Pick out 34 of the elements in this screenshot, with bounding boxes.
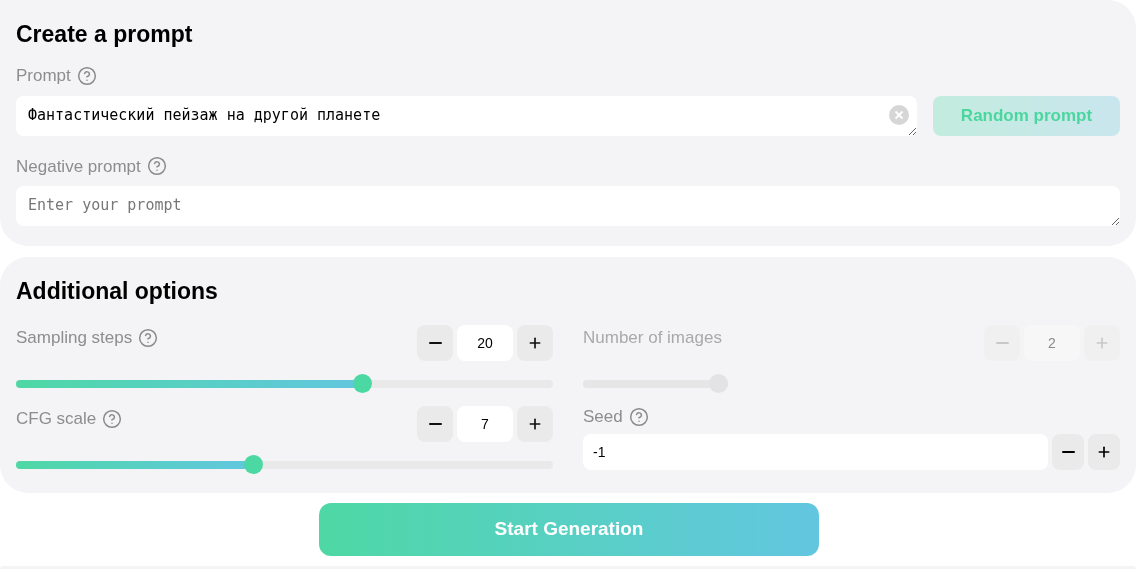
- plus-icon: [1096, 444, 1112, 460]
- section-title: Additional options: [16, 277, 219, 305]
- help-icon[interactable]: [102, 408, 123, 429]
- plus-icon: [527, 335, 543, 351]
- field-label: Negative prompt: [16, 155, 141, 178]
- increment-button[interactable]: [1088, 434, 1120, 470]
- increment-button[interactable]: [517, 325, 553, 361]
- increment-button[interactable]: [517, 406, 553, 442]
- value-field[interactable]: 7: [457, 406, 513, 442]
- setting-label: CFG scale: [16, 408, 97, 430]
- section-title: Create a prompt: [16, 20, 194, 48]
- help-icon[interactable]: [138, 327, 159, 348]
- value-field[interactable]: 20: [457, 325, 513, 361]
- decrement-button[interactable]: [1052, 434, 1084, 470]
- help-icon[interactable]: [76, 65, 97, 86]
- minus-icon: [428, 422, 442, 426]
- setting-label: Number of images: [583, 327, 722, 349]
- field-label: Prompt: [16, 65, 71, 87]
- slider[interactable]: [16, 455, 553, 474]
- plus-icon: [1094, 335, 1110, 351]
- slider-thumb[interactable]: [243, 455, 263, 474]
- plus-icon: [527, 416, 543, 432]
- slider[interactable]: [16, 374, 553, 393]
- clear-icon[interactable]: [889, 104, 909, 125]
- negative-prompt-field[interactable]: Enter your prompt: [16, 186, 1120, 226]
- help-icon[interactable]: [146, 156, 167, 177]
- slider-thumb[interactable]: [352, 374, 372, 393]
- help-icon[interactable]: [628, 407, 649, 427]
- minus-icon: [428, 341, 442, 345]
- minus-icon: [1061, 450, 1075, 454]
- minus-icon: [995, 341, 1009, 345]
- seed-field[interactable]: -1: [583, 434, 1048, 470]
- setting-label: Seed: [583, 406, 623, 429]
- setting-label: Sampling steps: [16, 327, 133, 349]
